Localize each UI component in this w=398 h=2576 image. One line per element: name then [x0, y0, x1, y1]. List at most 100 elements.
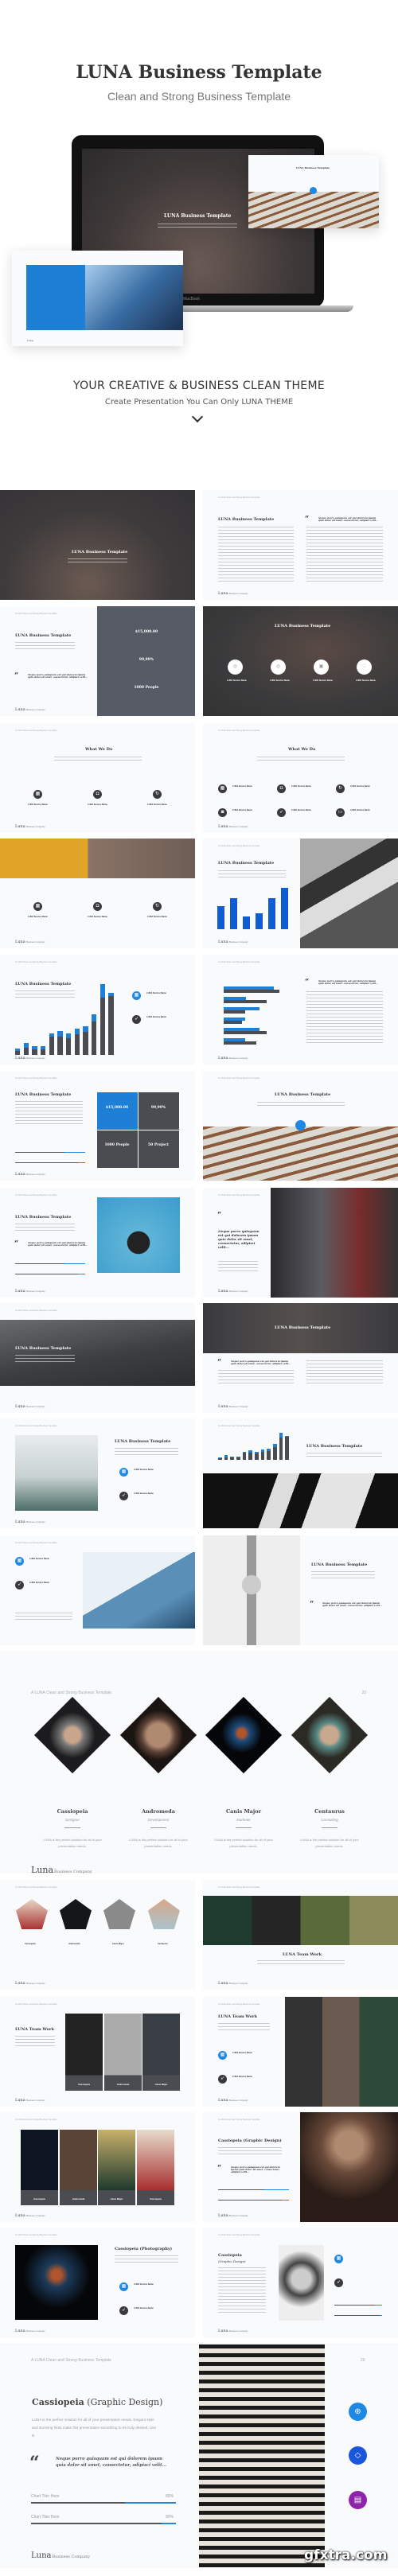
lock-icon: ◘	[277, 784, 286, 793]
member-name: Andromeda	[142, 1808, 175, 1815]
slide-title: LUNA Team Work	[283, 1952, 322, 1957]
slide-mountain[interactable]: A LUNA Clean and Strong Business Templat…	[0, 1303, 195, 1413]
slide-footer: LunaBusiness Company	[31, 2551, 91, 2560]
tower-photo	[203, 1535, 300, 1645]
slide-footer: LunaBusiness Company	[15, 1056, 45, 1060]
slide-footer: LunaBusiness Company	[218, 1404, 248, 1409]
calendar-icon: ▦	[132, 991, 141, 1000]
slide-header: A LUNA Clean and Strong Business Templat…	[218, 845, 260, 847]
chart-bar-dark	[260, 1451, 265, 1460]
slide-stats[interactable]: A LUNA Clean and Strong Business Templat…	[0, 606, 195, 716]
building-photo	[85, 265, 183, 330]
member-name: Canis Major	[225, 1808, 262, 1815]
chart-hbar-dark	[224, 1021, 242, 1024]
screen-text	[158, 224, 237, 228]
slide-text	[115, 2255, 178, 2263]
chart-bar-blue	[83, 1025, 88, 1033]
slide-photo-services[interactable]: ▦ ◘ ↻ LUNA Service Name LUNA Service Nam…	[0, 839, 195, 948]
member-photo[interactable]	[205, 1696, 283, 1774]
slide-chart-abstract[interactable]: A LUNA Clean and Strong Business Templat…	[203, 1418, 398, 1528]
slide-team-four[interactable]: A LUNA Clean and Strong Business Templat…	[0, 2112, 195, 2222]
chart-bar-dark	[108, 995, 114, 1055]
slide-member-profile[interactable]: A LUNA Clean and Strong Business Templat…	[203, 2228, 398, 2337]
slide-title: LUNA Business Template	[311, 1562, 368, 1567]
quote-text: Neque porro quisquam est qui dolorem ips…	[318, 979, 378, 986]
slide-title: LUNA Business Template	[15, 633, 72, 638]
slide-intro[interactable]: A LUNA Clean and Strong Business Templat…	[203, 490, 398, 600]
member-photo[interactable]	[119, 1696, 197, 1774]
member-photo[interactable]	[291, 1696, 369, 1774]
slide-text	[218, 2023, 270, 2033]
stat-tile-projects: 50 Project	[139, 1130, 179, 1168]
slide-member-detail[interactable]: A LUNA Clean and Strong Business Templat…	[0, 2343, 398, 2568]
rocket-icon: ➶	[334, 2278, 343, 2287]
bar-label: Chart Titer Here	[31, 2494, 60, 2499]
slide-header: A LUNA Clean and Strong Business Templat…	[31, 2358, 112, 2363]
slide-member-photography[interactable]: A LUNA Clean and Strong Business Templat…	[0, 2228, 195, 2337]
progress-bar	[15, 1263, 85, 1264]
slide-bridge[interactable]: A LUNA Clean and Strong Business Templat…	[0, 1418, 195, 1528]
chart-bar-dark	[267, 1450, 271, 1460]
slide-member-graphic[interactable]: A LUNA Clean and Strong Business Templat…	[203, 2112, 398, 2222]
quote-icon: “	[217, 1212, 222, 1220]
slide-title: LUNA Business Template	[15, 982, 72, 986]
bar-label: Chart Titer Here	[31, 2515, 60, 2520]
chart-bar-blue	[23, 1042, 29, 1048]
rocket-icon: ➶	[132, 1015, 141, 1024]
slide-text	[218, 870, 286, 878]
chart-bar-dark	[248, 1453, 252, 1460]
quote-icon: “	[29, 2453, 40, 2473]
slide-title: LUNA Business Template	[72, 550, 128, 555]
slide-team-grid[interactable]: A LUNA Clean and Strong Business Templat…	[203, 1997, 398, 2107]
quote-icon: “	[217, 2165, 222, 2173]
slide-column-chart[interactable]: A LUNA Clean and Strong Business Templat…	[203, 839, 398, 948]
slide-header: A LUNA Clean and Strong Business Templat…	[15, 1886, 57, 1889]
rocket-icon: ➶	[218, 2075, 227, 2084]
slide-wood-photo[interactable]: A LUNA Clean and Strong Business Templat…	[203, 1071, 398, 1181]
slide-bar-chart[interactable]: A LUNA Clean and Strong Business Templat…	[203, 955, 398, 1064]
slide-team-strip[interactable]: A LUNA Clean and Strong Business Templat…	[203, 1880, 398, 1990]
screen-title: LUNA Business Template	[164, 213, 232, 219]
chevron-down-icon[interactable]	[191, 411, 204, 423]
lock-icon[interactable]: ⊕	[349, 2403, 367, 2421]
street-photo	[271, 1188, 398, 1298]
member-desc: LUNA is the perfect solution for all of …	[214, 1838, 273, 1848]
slide-what-we-do-grid[interactable]: A LUNA Clean and Strong Business Templat…	[203, 723, 398, 833]
slide-dark-quote[interactable]: LUNA Business Template “ Neque porro qui…	[203, 1303, 398, 1413]
slide-title: LUNA Business Template	[15, 1215, 72, 1220]
slide-tower[interactable]: A LUNA Clean and Strong Business Templat…	[203, 1535, 398, 1645]
service-name: LUNA Service Name	[134, 1492, 154, 1495]
portrait-dark-photo	[15, 2245, 98, 2320]
slide-services-dark[interactable]: LUNA Business Template ◎ ◎ ▣ ♡ LUNA Serv…	[203, 606, 398, 716]
chart-bar-blue	[267, 1449, 271, 1451]
slide-cover[interactable]: LUNA Business Template	[0, 490, 195, 600]
building-bw-photo	[300, 839, 398, 948]
calendar-icon: ▦	[33, 902, 42, 911]
service-name: LUNA Service Name	[28, 804, 48, 806]
slide-team-cards[interactable]: A LUNA Clean and Strong Business Templat…	[0, 1997, 195, 2107]
slide-header: A LUNA Clean and Strong Business Templat…	[15, 1425, 57, 1427]
quote-icon: “	[217, 1359, 222, 1367]
service-name: LUNA Service Name	[88, 916, 107, 918]
slide-stat-grid[interactable]: A LUNA Clean and Strong Business Templat…	[0, 1071, 195, 1181]
slide-quote-street[interactable]: A LUNA Clean and Strong Business Templat…	[203, 1188, 398, 1298]
clipboard-icon[interactable]: ▤	[349, 2491, 367, 2509]
slide-text	[115, 1448, 178, 1456]
slide-team-diamonds[interactable]: A LUNA Clean and Strong Business Templat…	[0, 1651, 398, 1875]
slide-stacked-chart[interactable]: A LUNA Clean and Strong Business Templat…	[0, 955, 195, 1064]
chart-hbar-dark	[224, 1010, 245, 1014]
slide-header: A LUNA Clean and Strong Business Templat…	[218, 1886, 260, 1889]
divider	[64, 1827, 80, 1828]
hero-subtitle: Clean and Strong Business Template	[107, 90, 291, 103]
slide-glass-building[interactable]: A LUNA Clean and Strong Business Templat…	[0, 1535, 195, 1645]
team-photo-strip	[203, 1896, 398, 1945]
slide-team-pentagons[interactable]: A LUNA Clean and Strong Business Templat…	[0, 1880, 195, 1990]
slide-what-we-do[interactable]: A LUNA Clean and Strong Business Templat…	[0, 723, 195, 833]
slide-portrait-blue[interactable]: A LUNA Clean and Strong Business Templat…	[0, 1188, 195, 1298]
chart-bar-dark	[218, 1458, 222, 1460]
slide-title: What We Do	[288, 747, 316, 752]
member-photo[interactable]	[33, 1696, 111, 1774]
tag-icon[interactable]: ◇	[349, 2446, 367, 2465]
horizontal-bar-chart	[224, 986, 295, 1050]
member-desc: LUNA is the perfect solution for all of …	[129, 1838, 188, 1848]
